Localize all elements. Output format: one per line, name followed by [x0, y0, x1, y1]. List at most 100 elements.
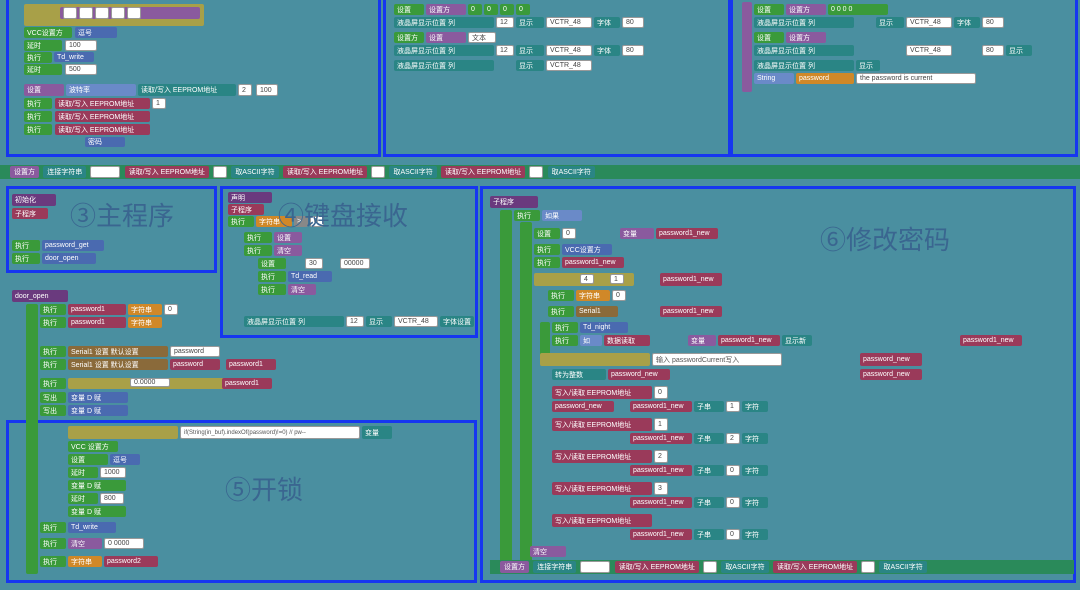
s5-set8[interactable]: 设置: [68, 454, 108, 465]
s6-ee5[interactable]: 写入/读取 EEPROM地址: [552, 514, 652, 527]
block-cond[interactable]: 波特率: [66, 84, 136, 96]
tr-r1[interactable]: 设置: [754, 4, 784, 15]
s4-show[interactable]: 显示: [366, 316, 392, 327]
tr-lcd1c[interactable]: VCTR_48: [906, 17, 952, 28]
s4-n2[interactable]: 00000: [340, 258, 370, 269]
s6-een1[interactable]: 1: [654, 418, 668, 431]
s5-d1000[interactable]: 1000: [100, 467, 126, 478]
tm-r1[interactable]: 设置: [394, 4, 424, 15]
s6-ch2[interactable]: 字符: [742, 433, 768, 444]
s6-0[interactable]: 0: [612, 290, 626, 301]
s6-lb1[interactable]: 如: [580, 335, 602, 346]
tm-z4[interactable]: 0: [516, 4, 530, 15]
s4-do2[interactable]: 执行: [244, 232, 272, 243]
s6-ee2[interactable]: 写入/读取 EEPROM地址: [552, 418, 652, 431]
s4-set[interactable]: 设置: [274, 232, 302, 243]
block-pwtxt[interactable]: 密码: [85, 137, 125, 147]
s6-bar2[interactable]: [520, 222, 532, 562]
tr-lcd1e[interactable]: 80: [982, 17, 1004, 28]
tr-string[interactable]: String: [754, 73, 794, 84]
s6-n2a[interactable]: 2: [726, 433, 740, 444]
s6-do0[interactable]: 执行: [514, 210, 540, 221]
s6-vcc[interactable]: VCC设置方: [562, 244, 612, 255]
s5-pw3[interactable]: password: [170, 359, 220, 370]
s6-mar1[interactable]: 数据读取: [604, 335, 650, 346]
tm-lcd1c[interactable]: VCTR_48: [546, 17, 592, 28]
s6-pn1[interactable]: password1_new: [656, 228, 718, 239]
block-delay2[interactable]: 延时: [24, 64, 62, 75]
s5-cl[interactable]: 清空: [68, 538, 102, 549]
s6-ch4[interactable]: 字符: [742, 497, 768, 508]
tr-lcd2c[interactable]: VCTR_48: [906, 45, 952, 56]
block-num2[interactable]: 500: [65, 64, 97, 75]
s5-cond[interactable]: if(String(in_buf).indexOf(password)!=0) …: [180, 426, 360, 439]
s5-do11[interactable]: 执行: [40, 556, 66, 567]
s5-do5[interactable]: 写出: [40, 392, 66, 403]
s5-vd2[interactable]: 变量 D 赋: [68, 405, 128, 416]
block-num1[interactable]: 100: [65, 40, 97, 51]
s5-n0[interactable]: 0: [164, 304, 178, 315]
s5-str3[interactable]: 字符串: [68, 556, 102, 567]
s6-hat[interactable]: 子程序: [490, 196, 538, 208]
s6-n0b[interactable]: 0: [726, 497, 740, 508]
s6-do6[interactable]: 执行: [552, 322, 578, 333]
s3-sub[interactable]: 子程序: [12, 208, 48, 219]
s5-dl1[interactable]: 延时: [68, 467, 98, 478]
s5-oliv2[interactable]: password1: [222, 378, 272, 389]
s6-een0[interactable]: 0: [654, 386, 668, 399]
block-eeprom1[interactable]: 读取/写入 EEPROM地址: [138, 84, 236, 96]
bstrip-ascii1[interactable]: 取ASCII字符: [721, 561, 768, 573]
s4-clr[interactable]: 清空: [274, 245, 302, 256]
tm-lcd1a[interactable]: 12: [496, 17, 514, 28]
s6-n1a[interactable]: 1: [726, 401, 740, 412]
block-pw3[interactable]: 读取/写入 EEPROM地址: [55, 124, 150, 135]
s5-do6[interactable]: 写出: [40, 405, 66, 416]
s6-ee1[interactable]: 写入/读取 EEPROM地址: [552, 386, 652, 399]
s3-hat[interactable]: 初始化: [12, 194, 56, 206]
tr-lcd2[interactable]: 液晶屏显示位置 列: [754, 45, 854, 56]
s6-pn7[interactable]: password_new: [860, 353, 922, 366]
s6-pn4[interactable]: password1_new: [660, 306, 722, 317]
s6-pn2[interactable]: password1_new: [562, 257, 624, 268]
s6-n0c[interactable]: 0: [726, 529, 740, 540]
block-set1[interactable]: VCC设置方: [24, 27, 72, 38]
tr-r2[interactable]: 设置: [754, 32, 784, 43]
tr-lcd2d2[interactable]: 显示: [1006, 45, 1032, 56]
tr-r1b[interactable]: 设置方: [786, 4, 826, 15]
s4-set2[interactable]: 设置: [258, 258, 286, 269]
block-val1[interactable]: 逗号: [75, 27, 117, 38]
s4-0[interactable]: 0: [310, 216, 324, 227]
s6-olive2[interactable]: [540, 353, 650, 366]
s5-hat[interactable]: door_open: [12, 290, 68, 302]
s6-ch1[interactable]: 字符: [742, 401, 768, 412]
tm-lcd3c[interactable]: VCTR_48: [546, 60, 592, 71]
tm-lcd2[interactable]: 液晶屏显示位置 列: [394, 45, 494, 56]
tm-r2[interactable]: 设置方: [394, 32, 424, 43]
s4-do0[interactable]: 执行: [228, 216, 254, 227]
strip-ee3[interactable]: 读取/写入 EEPROM地址: [441, 166, 525, 178]
tr-hat[interactable]: [742, 2, 752, 92]
s4-g[interactable]: >: [294, 216, 308, 227]
tm-lcd2a[interactable]: 12: [496, 45, 514, 56]
tm-z2[interactable]: 0: [484, 4, 498, 15]
tr-pass[interactable]: password: [796, 73, 854, 84]
s5-str2[interactable]: 字符串: [128, 317, 162, 328]
s6-do3[interactable]: 执行: [534, 257, 560, 268]
s6-sh1[interactable]: 显示新: [782, 335, 812, 346]
strip-ee1[interactable]: 读取/写入 EEPROM地址: [125, 166, 209, 178]
s5-vcc[interactable]: VCC 设置方: [68, 441, 118, 452]
tm-lcd3[interactable]: 液晶屏显示位置 列: [394, 60, 494, 71]
s5-ser1[interactable]: Serial1 设置 默认设置: [68, 346, 168, 357]
s5-pw1[interactable]: password1: [68, 304, 126, 315]
s6-0a[interactable]: 0: [562, 228, 576, 239]
s6-sub5[interactable]: 子串: [694, 529, 724, 540]
s5-d800[interactable]: 800: [100, 493, 124, 504]
tm-r1b[interactable]: 设置方: [426, 4, 466, 15]
s3-do2[interactable]: 执行: [12, 253, 40, 264]
strip-ascii3[interactable]: 取ASCII字符: [548, 166, 595, 178]
s5-dl2[interactable]: 延时: [68, 493, 98, 504]
block-do3[interactable]: 执行: [24, 111, 52, 122]
s4-vctr[interactable]: VCTR_48: [394, 316, 438, 327]
s6-n0a[interactable]: 0: [726, 465, 740, 476]
tr-pwcur[interactable]: the password is current: [856, 73, 976, 84]
